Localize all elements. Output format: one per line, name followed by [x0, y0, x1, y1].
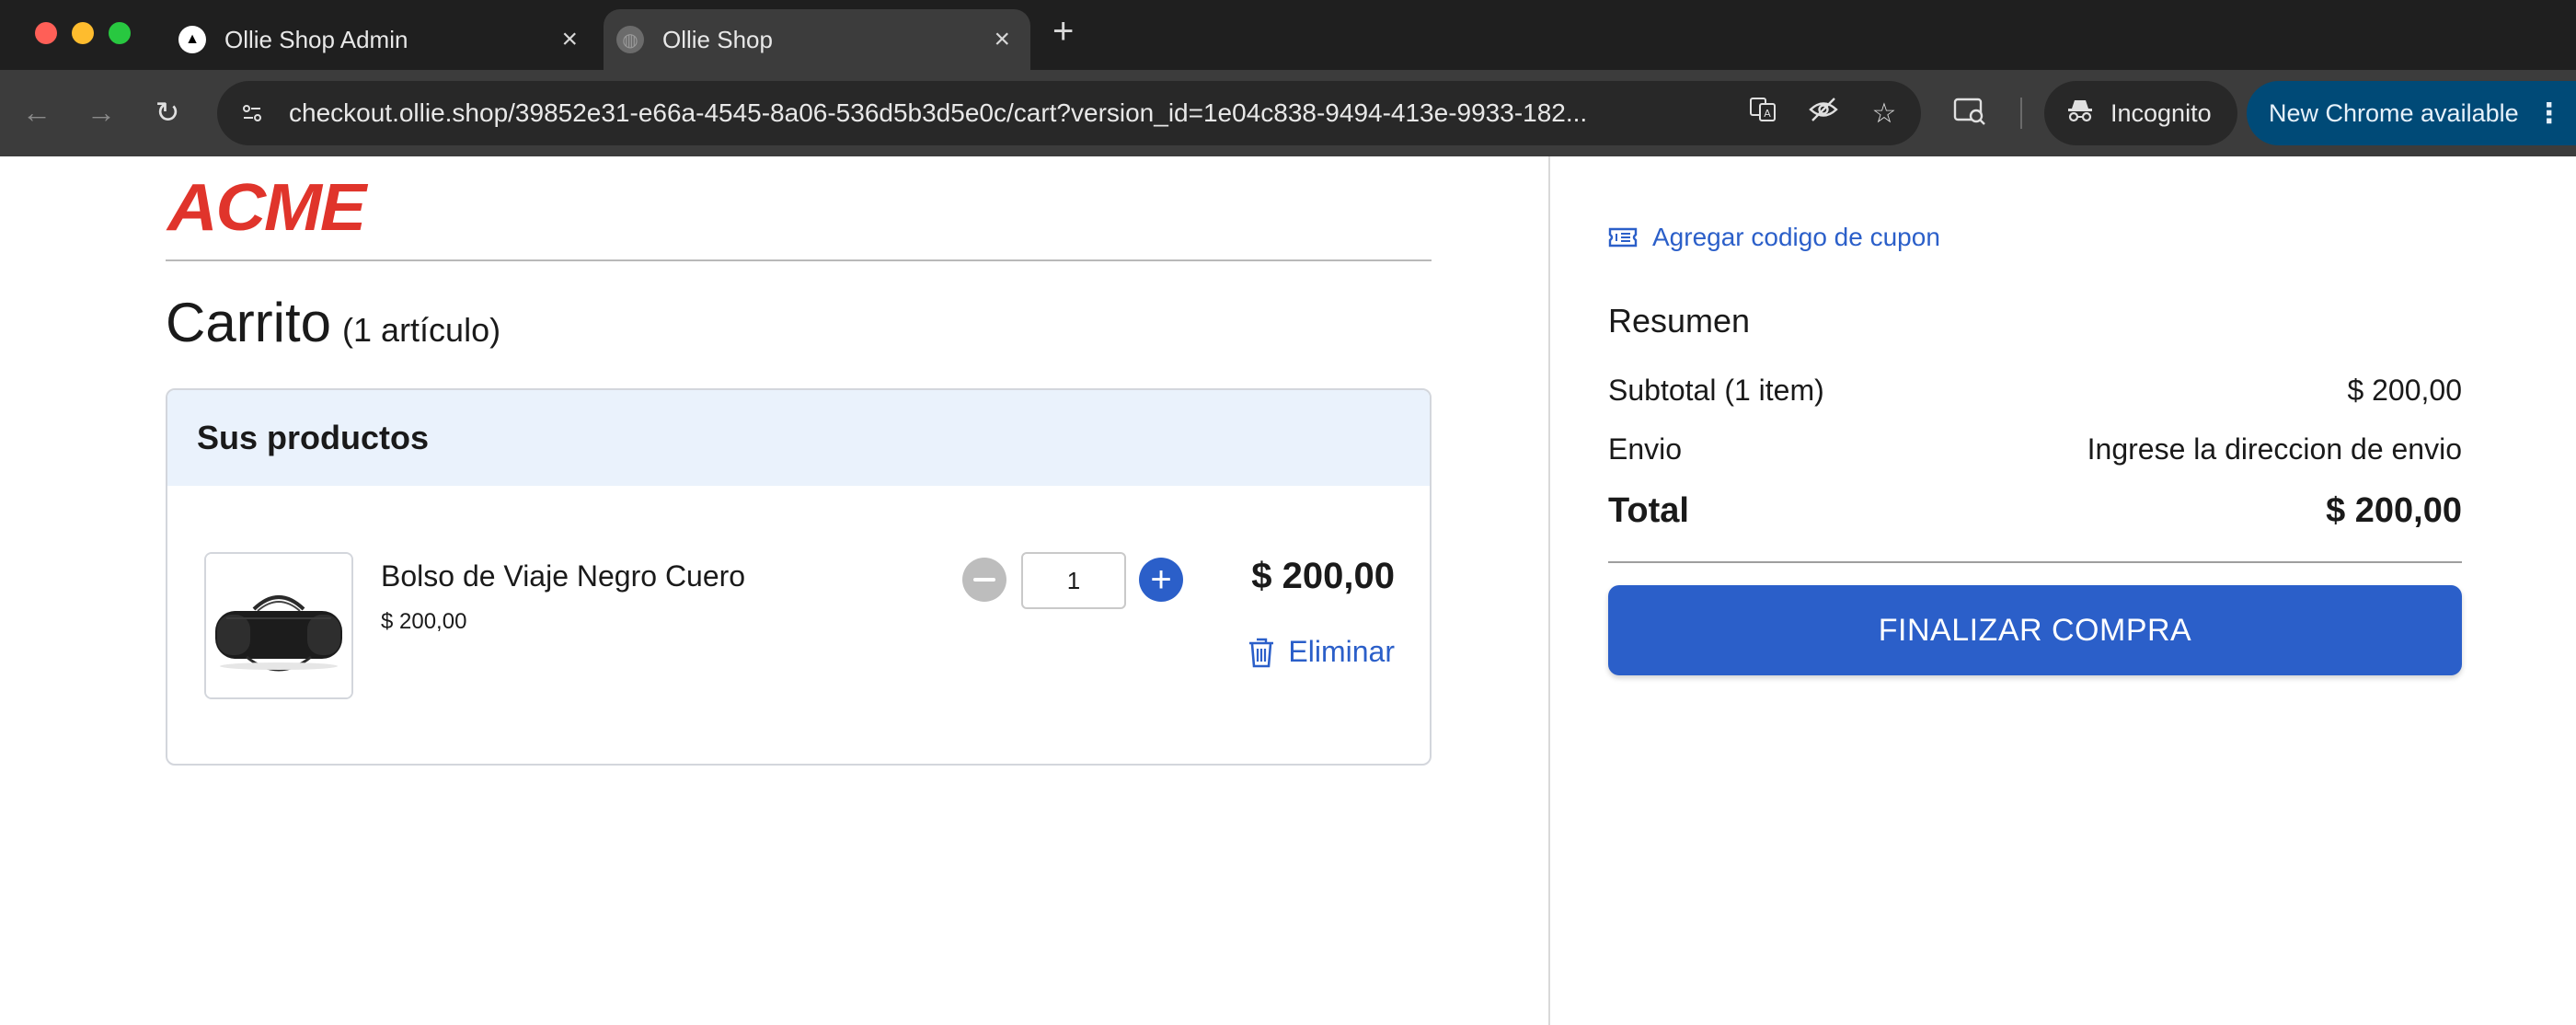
chrome-update-label: New Chrome available: [2269, 98, 2519, 127]
total-value: $ 200,00: [2326, 491, 2462, 530]
product-unit-price: $ 200,00: [381, 609, 467, 634]
close-icon[interactable]: ×: [994, 24, 1010, 55]
decrease-quantity-button[interactable]: [962, 558, 1006, 602]
close-icon[interactable]: ×: [561, 24, 578, 55]
page-title: Carrito (1 artículo): [166, 291, 500, 354]
forward-arrow-icon[interactable]: →: [81, 92, 121, 132]
incognito-label: Incognito: [2110, 98, 2212, 127]
site-settings-icon[interactable]: [234, 95, 270, 132]
eye-off-icon[interactable]: [1805, 96, 1842, 131]
shipping-value: Ingrese la direccion de envio: [2087, 432, 2462, 466]
product-name[interactable]: Bolso de Viaje Negro Cuero: [381, 559, 745, 593]
bookmark-star-icon[interactable]: ☆: [1866, 98, 1903, 130]
add-coupon-link[interactable]: Agregar codigo de cupon: [1608, 223, 1940, 252]
back-arrow-icon[interactable]: ←: [17, 92, 57, 132]
increase-quantity-button[interactable]: +: [1139, 558, 1183, 602]
incognito-badge[interactable]: Incognito: [2044, 81, 2237, 145]
vercel-triangle-icon: ▲: [178, 26, 206, 53]
line-total: $ 200,00: [1251, 556, 1395, 596]
remove-label: Eliminar: [1288, 635, 1395, 668]
url-text[interactable]: checkout.ollie.shop/39852e31-e66a-4545-8…: [289, 98, 1742, 128]
translate-icon[interactable]: A: [1744, 95, 1781, 132]
checkout-button[interactable]: FINALIZAR COMPRA: [1608, 585, 2462, 675]
chrome-update-button[interactable]: New Chrome available ⋮: [2247, 81, 2576, 145]
cart-item-count: (1 artículo): [342, 311, 501, 349]
tab-search-icon[interactable]: [1952, 96, 1987, 134]
subtotal-label: Subtotal (1 item): [1608, 374, 1824, 407]
products-header: Sus productos: [167, 390, 1430, 486]
window-minimize-button[interactable]: [72, 22, 94, 44]
column-divider: [1548, 156, 1550, 1025]
svg-text:A: A: [1764, 108, 1771, 120]
subtotal-row: Subtotal (1 item) $ 200,00: [1608, 374, 2462, 408]
summary-title: Resumen: [1608, 302, 1751, 340]
tab-title: Ollie Shop: [662, 25, 773, 53]
tab-title: Ollie Shop Admin: [224, 25, 408, 53]
shipping-row: Envio Ingrese la direccion de envio: [1608, 432, 2462, 466]
subtotal-value: $ 200,00: [2347, 374, 2462, 407]
globe-icon: ◍: [616, 26, 644, 53]
checkout-page: ACME Carrito (1 artículo) Sus productos …: [0, 156, 2576, 1025]
acme-logo[interactable]: ACME: [167, 175, 366, 241]
summary-divider: [1608, 561, 2462, 563]
total-label: Total: [1608, 491, 1689, 530]
ticket-icon: [1608, 227, 1638, 248]
browser-toolbar: ← → ↻ checkout.ollie.shop/39852e31-e66a-…: [0, 70, 2576, 156]
trash-icon: [1249, 638, 1274, 667]
remove-item-button[interactable]: Eliminar: [1248, 635, 1395, 669]
browser-tab-bar: ▲ Ollie Shop Admin × ◍ Ollie Shop × +: [0, 0, 2576, 70]
window-maximize-button[interactable]: [109, 22, 131, 44]
kebab-menu-icon[interactable]: ⋮: [2536, 98, 2563, 130]
products-card: Sus productos Bolso de Viaje Negro Cuero…: [166, 388, 1432, 766]
product-image: [204, 552, 353, 699]
browser-tab-ollie-shop[interactable]: ◍ Ollie Shop ×: [604, 9, 1030, 70]
cart-heading: Carrito: [166, 292, 332, 353]
window-close-button[interactable]: [35, 22, 57, 44]
address-bar[interactable]: checkout.ollie.shop/39852e31-e66a-4545-8…: [217, 81, 1921, 145]
toolbar-divider: [2020, 98, 2022, 129]
coupon-label: Agregar codigo de cupon: [1652, 223, 1940, 251]
shipping-label: Envio: [1608, 432, 1683, 466]
total-row: Total $ 200,00: [1608, 491, 2462, 531]
header-divider: [166, 259, 1432, 261]
reload-icon[interactable]: ↻: [147, 92, 188, 132]
browser-tab-ollie-shop-admin[interactable]: ▲ Ollie Shop Admin ×: [166, 9, 598, 70]
incognito-icon: [2066, 98, 2094, 130]
new-tab-button[interactable]: +: [1052, 13, 1074, 50]
quantity-input[interactable]: 1: [1021, 552, 1126, 609]
